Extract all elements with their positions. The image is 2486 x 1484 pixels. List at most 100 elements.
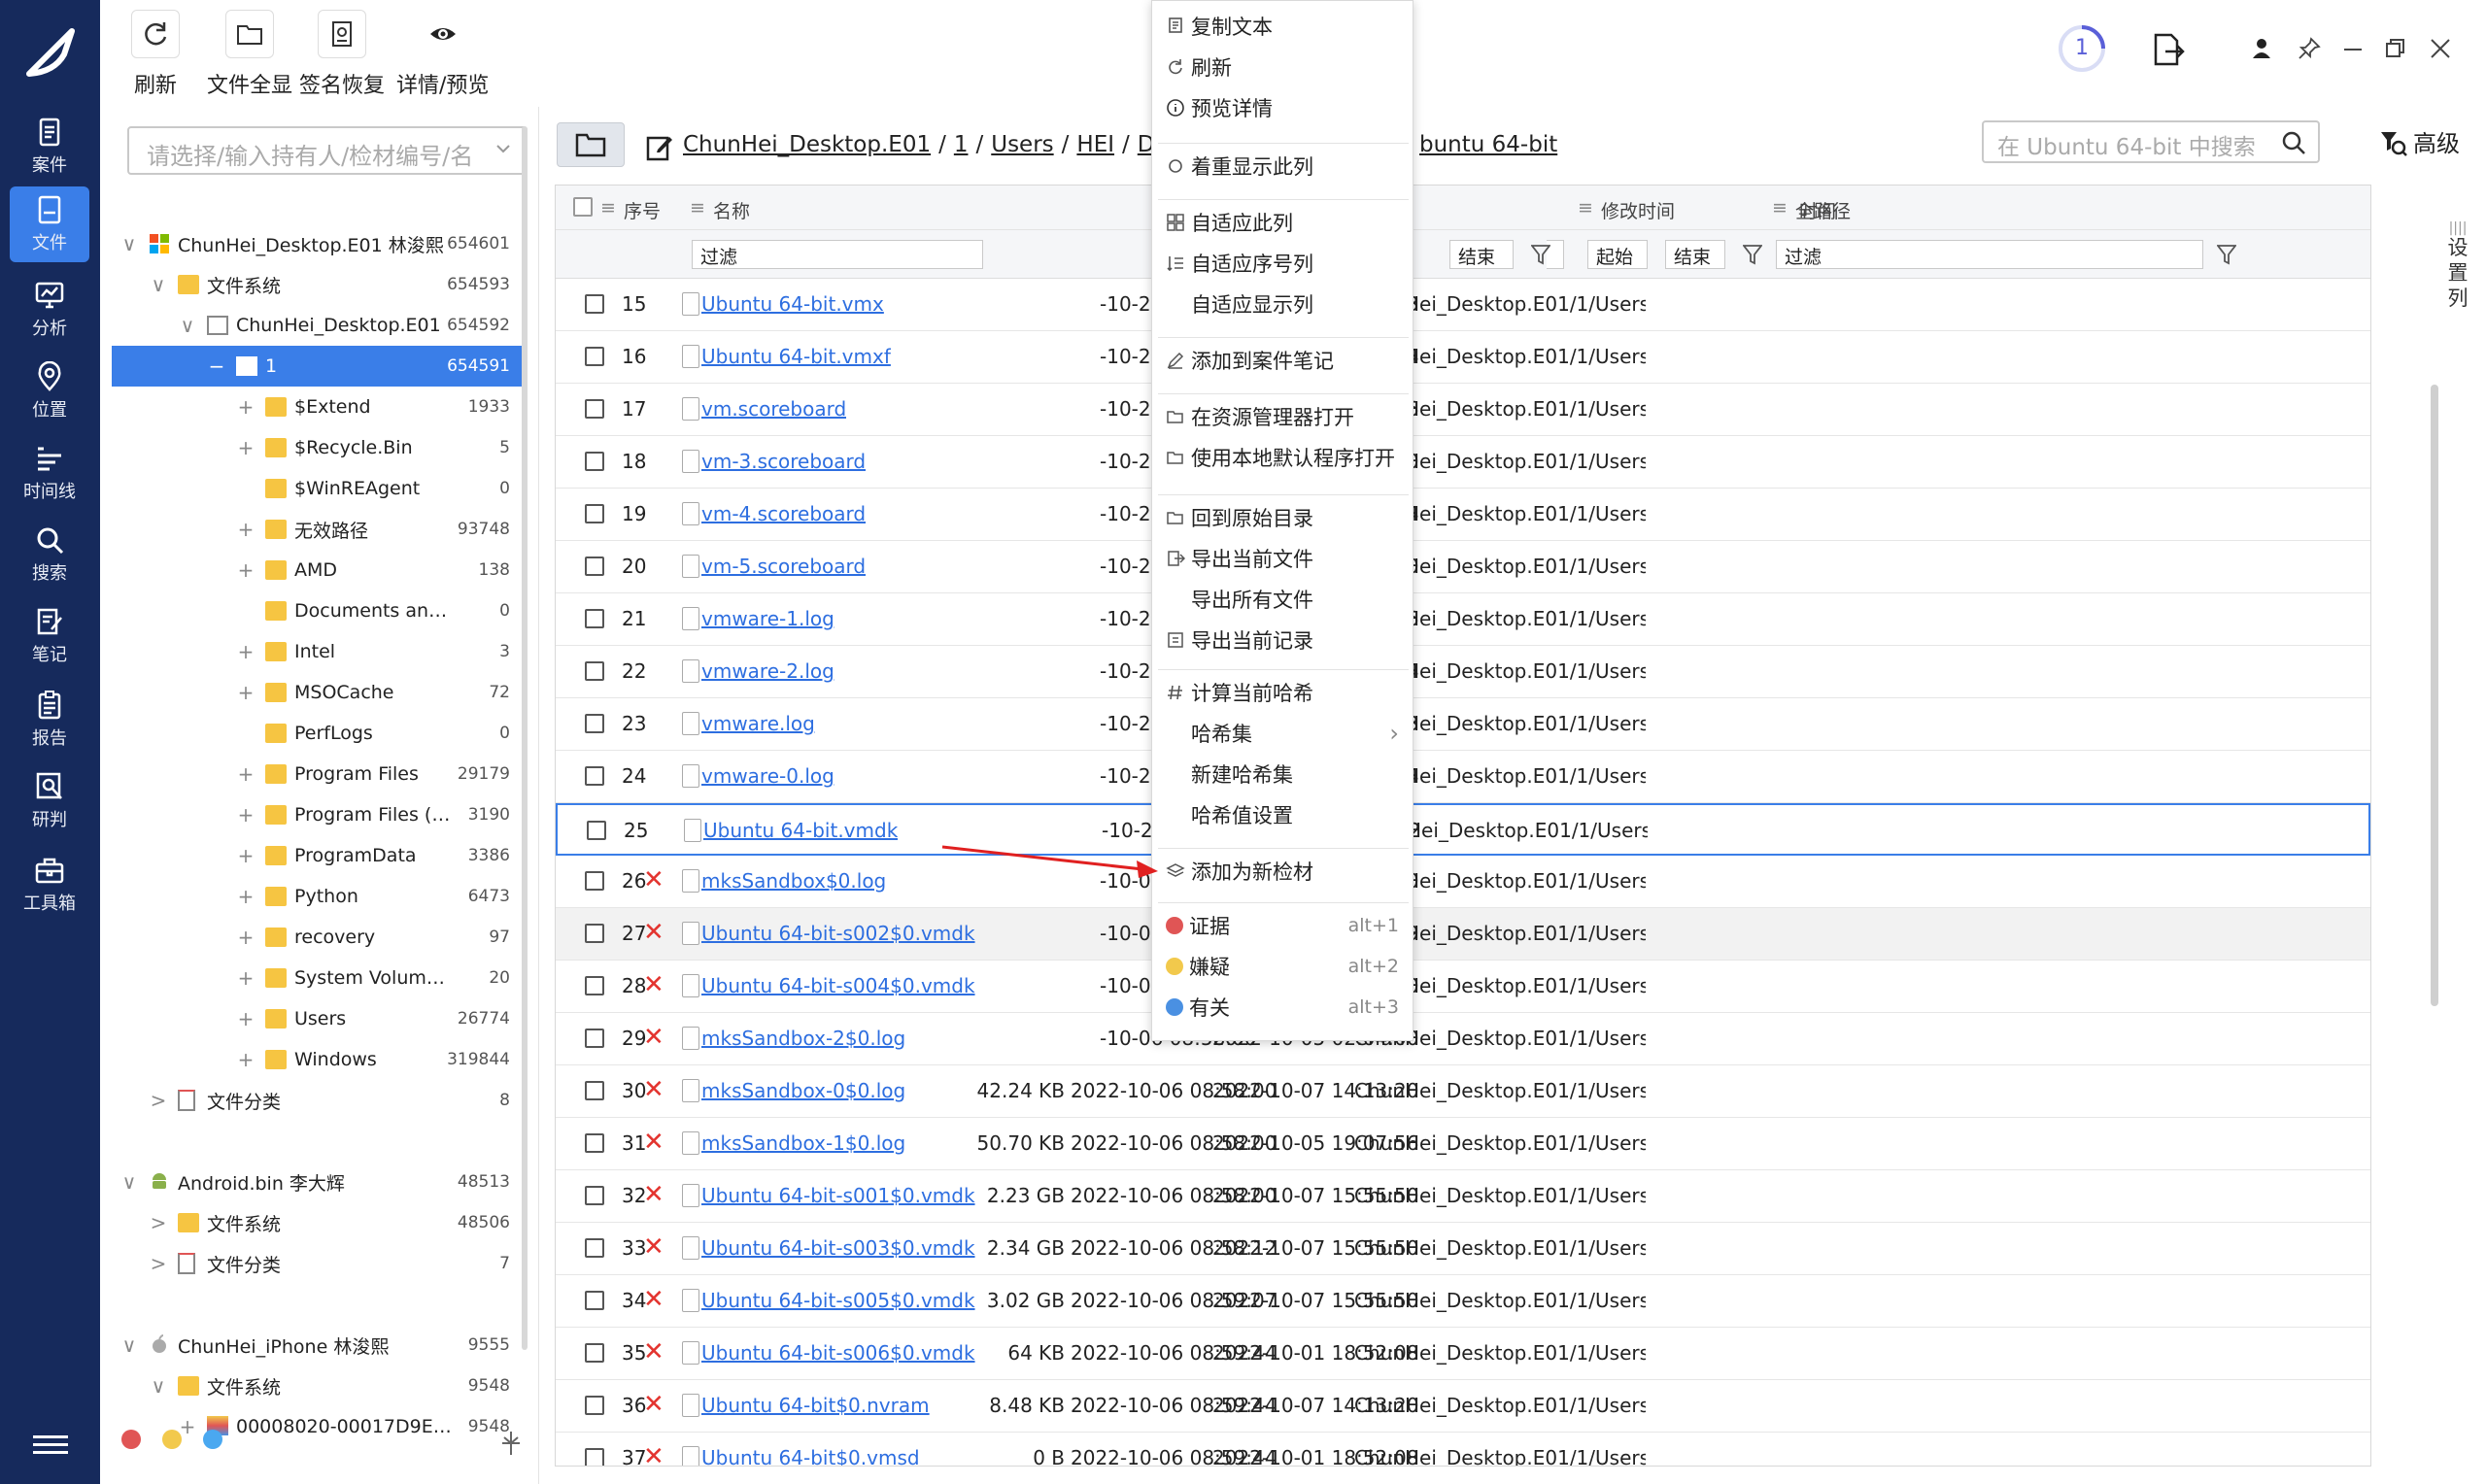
tree-node[interactable]: + System Volume Informat... 20: [112, 958, 524, 998]
file-name-link[interactable]: mksSandbox-2$0.log: [701, 1027, 905, 1050]
path-col-menu-icon[interactable]: ≡: [1772, 197, 1788, 219]
tree-node[interactable]: + 无效路径 93748: [112, 509, 524, 550]
table-row[interactable]: 37 ✕ Ubuntu 64-bit$0.vmsd 0 B 2022-10-06 08:…: [556, 1433, 2370, 1466]
table-row[interactable]: 17vm.scoreboard-10-21 17:36:522022-10-21…: [556, 384, 2370, 436]
context-menu-item[interactable]: 自适应显示列: [1152, 285, 1413, 323]
context-menu-item[interactable]: 有关 alt+3: [1152, 988, 1413, 1027]
nav-item-report[interactable]: 报告: [10, 682, 89, 758]
tree-node[interactable]: + Python 6473: [112, 876, 524, 917]
context-menu-item[interactable]: 自适应序号列: [1152, 244, 1413, 283]
context-menu-item[interactable]: 在资源管理器打开: [1152, 397, 1413, 436]
mtime-col-menu-icon[interactable]: ≡: [1578, 197, 1593, 219]
file-name-link[interactable]: Ubuntu 64-bit-s006$0.vmdk: [701, 1341, 975, 1365]
expand-toggle-icon[interactable]: +: [236, 844, 255, 867]
table-row[interactable]: 29✕mksSandbox-2$0.log-10-06 08:58:002022…: [556, 1013, 2370, 1065]
context-menu-item[interactable]: 使用本地默认程序打开: [1152, 438, 1413, 477]
row-checkbox[interactable]: [585, 661, 604, 681]
expand-toggle-icon[interactable]: ∨: [119, 1170, 139, 1194]
file-name-link[interactable]: vm.scoreboard: [701, 397, 846, 421]
mtime-end-input[interactable]: 结束: [1665, 240, 1725, 269]
tree-node[interactable]: + Windows 319844: [112, 1039, 524, 1080]
nav-item-search[interactable]: 搜索: [10, 517, 89, 592]
nav-item-analysis[interactable]: 分析: [10, 272, 89, 348]
seq-col-menu-icon[interactable]: ≡: [600, 197, 616, 219]
table-row[interactable]: 26✕mksSandbox$0.log-10-06 08:58:002022-1…: [556, 856, 2370, 908]
expand-toggle-icon[interactable]: +: [236, 926, 255, 949]
signature-recover-button[interactable]: 签名恢复: [299, 10, 385, 99]
tree-node[interactable]: + $Extend 1933: [112, 387, 524, 427]
file-name-link[interactable]: Ubuntu 64-bit-s002$0.vmdk: [701, 922, 975, 945]
mtime-start-input[interactable]: 起始: [1587, 240, 1648, 269]
context-menu-item[interactable]: 复制文本: [1152, 7, 1413, 46]
detail-preview-button[interactable]: 详情/预览: [396, 10, 489, 99]
table-row[interactable]: 27✕Ubuntu 64-bit-s002$0.vmdk-10-06 08:58…: [556, 908, 2370, 961]
tree-node[interactable]: > 文件分类 8: [112, 1080, 524, 1121]
seq-header[interactable]: 序号: [624, 197, 661, 223]
tree-node[interactable]: + recovery 97: [112, 917, 524, 958]
search-icon[interactable]: [2281, 130, 2306, 155]
select-all-checkbox[interactable]: [573, 197, 593, 217]
table-row[interactable]: 30 ✕ mksSandbox-0$0.log 42.24 KB 2022-10-06 …: [556, 1065, 2370, 1118]
nav-item-case[interactable]: 案件: [10, 109, 89, 185]
row-checkbox[interactable]: [585, 976, 604, 995]
context-menu-item[interactable]: 自适应此列: [1152, 203, 1413, 242]
row-checkbox[interactable]: [585, 871, 604, 891]
nav-item-research[interactable]: 研判: [10, 763, 89, 839]
open-folder-button[interactable]: [557, 122, 625, 167]
tree-node[interactable]: PerfLogs 0: [112, 713, 524, 754]
tag-dot-2[interactable]: [203, 1430, 222, 1449]
expand-toggle-icon[interactable]: ∨: [178, 314, 197, 337]
expand-toggle-icon[interactable]: +: [236, 518, 255, 541]
file-name-link[interactable]: vmware.log: [701, 712, 815, 735]
refresh-button[interactable]: 刷新: [131, 10, 180, 99]
file-name-link[interactable]: Ubuntu 64-bit-s001$0.vmdk: [701, 1184, 975, 1207]
file-name-link[interactable]: Ubuntu 64-bit.vmdk: [703, 819, 898, 842]
tree-node[interactable]: + MSOCache 72: [112, 672, 524, 713]
user-icon[interactable]: [2251, 37, 2272, 60]
file-name-link[interactable]: mksSandbox-1$0.log: [701, 1131, 905, 1155]
context-menu-item[interactable]: 回到原始目录: [1152, 498, 1413, 537]
table-row[interactable]: 34 ✕ Ubuntu 64-bit-s005$0.vmdk 3.02 GB 2022-…: [556, 1275, 2370, 1328]
row-checkbox[interactable]: [585, 924, 604, 943]
tree-node[interactable]: ∨ ChunHei_Desktop.E01 654592: [112, 305, 524, 346]
tree-node[interactable]: ∨ 文件系统 9548: [112, 1366, 524, 1406]
table-row[interactable]: 32 ✕ Ubuntu 64-bit-s001$0.vmdk 2.23 GB 2022-…: [556, 1170, 2370, 1223]
row-checkbox[interactable]: [585, 714, 604, 733]
row-checkbox[interactable]: [585, 1081, 604, 1100]
tree-node[interactable]: + ProgramData 3386: [112, 835, 524, 876]
edit-path-icon[interactable]: [646, 134, 673, 161]
context-menu-item[interactable]: 导出当前记录: [1152, 621, 1413, 659]
context-menu-item[interactable]: 着重显示此列: [1152, 147, 1413, 186]
expand-toggle-icon[interactable]: +: [236, 1007, 255, 1030]
table-row[interactable]: 31 ✕ mksSandbox-1$0.log 50.70 KB 2022-10-06 …: [556, 1118, 2370, 1170]
tree-node[interactable]: ∨ 文件系统 654593: [112, 264, 524, 305]
file-name-link[interactable]: mksSandbox$0.log: [701, 869, 886, 893]
breadcrumb-item[interactable]: Users: [991, 132, 1053, 157]
advanced-search-button[interactable]: 高级: [2378, 124, 2460, 158]
column-settings-button[interactable]: |||| 设置列: [2443, 221, 2472, 311]
context-menu-item[interactable]: 刷新: [1152, 48, 1413, 86]
tree-node[interactable]: + Users 26774: [112, 998, 524, 1039]
table-row[interactable]: 33 ✕ Ubuntu 64-bit-s003$0.vmdk 2.34 GB 2022-…: [556, 1223, 2370, 1275]
row-checkbox[interactable]: [585, 1238, 604, 1258]
row-checkbox[interactable]: [585, 609, 604, 628]
table-row[interactable]: 20vm-5.scoreboard-10-21 17:36:522022-10-…: [556, 541, 2370, 593]
context-menu-item[interactable]: 预览详情: [1152, 88, 1413, 127]
breadcrumb-item[interactable]: HEI: [1076, 132, 1114, 157]
full-path-header[interactable]: 全路径: [1795, 197, 1851, 223]
folder-search-input[interactable]: 在 Ubuntu 64-bit 中搜索: [1982, 120, 2320, 163]
collapse-toggle-icon[interactable]: [500, 1430, 522, 1457]
row-checkbox[interactable]: [585, 294, 604, 314]
table-row[interactable]: 22vmware-2.log-10-21 17:36:522022-10-17 …: [556, 646, 2370, 698]
table-row[interactable]: 15Ubuntu 64-bit.vmx-10-21 18:19:232022-1…: [556, 279, 2370, 331]
path-filter-icon[interactable]: [2217, 244, 2236, 265]
breadcrumb-current[interactable]: buntu 64-bit: [1419, 132, 1557, 157]
context-menu-item[interactable]: 新建哈希集: [1152, 755, 1413, 793]
table-row[interactable]: 25Ubuntu 64-bit.vmdk-10-21 18:17:422022-…: [556, 803, 2370, 856]
expand-toggle-icon[interactable]: +: [236, 885, 255, 908]
expand-toggle-icon[interactable]: ∨: [119, 1333, 139, 1357]
expand-toggle-icon[interactable]: ∨: [119, 232, 139, 255]
task-progress-indicator[interactable]: 1: [2057, 23, 2107, 74]
row-checkbox[interactable]: [585, 452, 604, 471]
file-name-link[interactable]: Ubuntu 64-bit$0.vmsd: [701, 1446, 920, 1466]
